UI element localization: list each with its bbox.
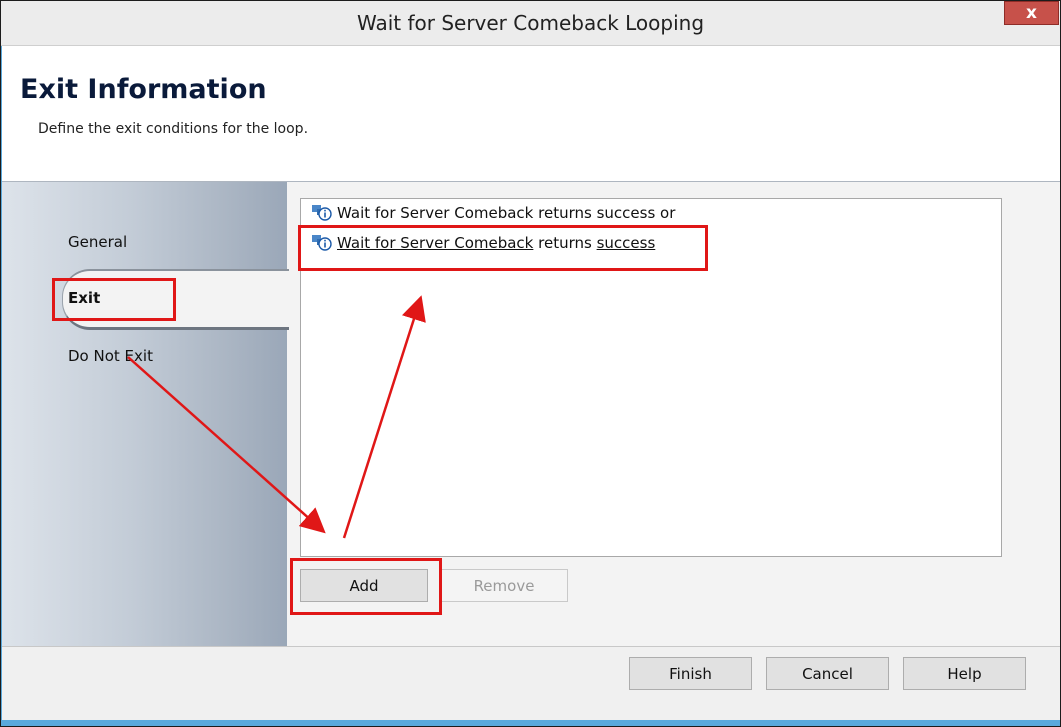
annotation-arrow: [342, 295, 426, 539]
annotation-arrows: [127, 295, 426, 539]
annotation-arrow: [127, 356, 326, 534]
